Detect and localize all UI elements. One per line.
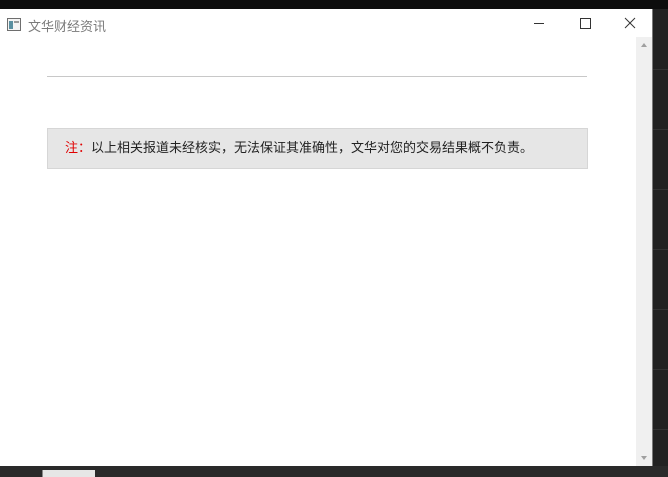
minimize-button[interactable] — [516, 9, 562, 37]
background-app-tab — [42, 470, 95, 477]
background-app-right-edge — [653, 9, 668, 469]
background-app-footer — [0, 466, 668, 477]
disclaimer-notice: 注：以上相关报道未经核实，无法保证其准确性，文华对您的交易结果概不负责。 — [47, 128, 588, 169]
maximize-button[interactable] — [562, 9, 608, 37]
news-window: 文华财经资讯 注：以上相关报道未经核实，无法保证其准确性，文华对您的交易结果概不… — [0, 9, 653, 466]
close-button[interactable] — [608, 9, 654, 37]
disclaimer-prefix: 注： — [65, 141, 92, 156]
scroll-up-button[interactable] — [636, 37, 652, 54]
title-bar[interactable]: 文华财经资讯 — [0, 9, 652, 37]
scroll-down-button[interactable] — [636, 449, 652, 466]
maximize-icon — [580, 18, 591, 29]
window-title: 文华财经资讯 — [28, 20, 107, 35]
app-window-icon — [7, 16, 21, 31]
background-app-header — [0, 0, 668, 9]
scroll-up-arrow-icon — [641, 43, 647, 47]
minimize-icon — [534, 23, 544, 24]
vertical-scrollbar[interactable] — [636, 37, 652, 466]
content-divider — [47, 76, 587, 77]
close-icon — [624, 17, 636, 29]
disclaimer-text: 以上相关报道未经核实，无法保证其准确性，文华对您的交易结果概不负责。 — [91, 141, 534, 156]
news-content-area[interactable]: 注：以上相关报道未经核实，无法保证其准确性，文华对您的交易结果概不负责。 — [0, 37, 636, 466]
scroll-down-arrow-icon — [641, 456, 647, 460]
